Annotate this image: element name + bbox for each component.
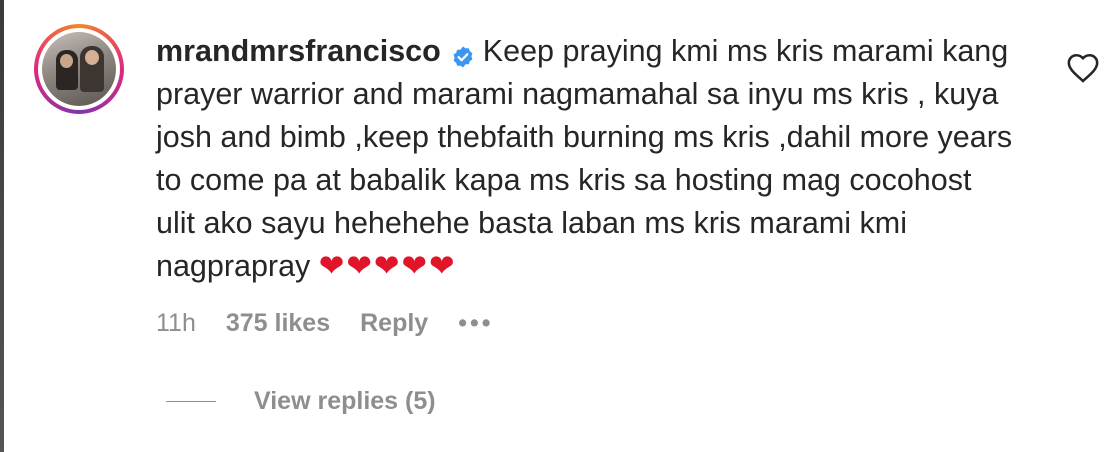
avatar-face-2 [85,50,99,65]
reply-button[interactable]: Reply [360,309,428,338]
comment-likes-count[interactable]: 375 likes [226,309,330,338]
verified-badge-icon [451,38,475,68]
comment-text: Keep praying kmi ms kris marami kang pra… [156,34,1013,283]
avatar-face-1 [60,54,73,68]
window-edge [0,0,4,452]
avatar-frame [38,28,120,110]
view-replies-label[interactable]: View replies (5) [254,387,436,416]
avatar[interactable] [42,32,116,106]
view-replies-button[interactable]: View replies (5) [166,383,436,419]
red-hearts-emoji: ❤❤❤❤❤ [318,249,457,283]
replies-divider-line [166,400,216,402]
comment-username[interactable]: mrandmrsfrancisco [156,34,441,68]
comment-meta-row: 11h 375 likes Reply ••• [156,306,493,340]
avatar-story-ring[interactable] [34,24,124,114]
like-heart-icon[interactable] [1066,52,1100,84]
more-options-icon[interactable]: ••• [458,309,493,338]
comment-body: mrandmrsfrancisco Keep praying kmi ms kri… [156,30,1016,288]
comment-time[interactable]: 11h [156,309,196,338]
